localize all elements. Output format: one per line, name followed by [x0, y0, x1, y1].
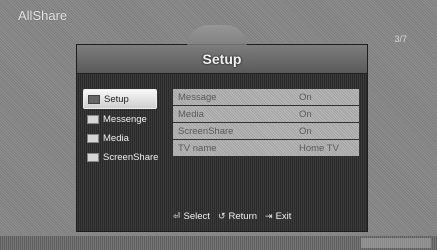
sidebar-item-label: Media	[103, 132, 129, 144]
page-indicator: 3/7	[394, 34, 407, 44]
sidebar-item-label: Setup	[104, 93, 129, 105]
gear-icon	[88, 94, 100, 104]
footer-exit[interactable]: ⇥ Exit	[265, 211, 291, 222]
setting-key: Message	[178, 91, 217, 103]
setting-value: On	[299, 125, 312, 137]
footer-exit-label: Exit	[275, 211, 292, 222]
footer-return[interactable]: ↺ Return	[218, 211, 257, 222]
app-title: AllShare	[18, 8, 68, 23]
setting-row-media[interactable]: Media On	[173, 106, 359, 122]
sidebar-item-screenshare[interactable]: ScreenShare	[83, 148, 173, 166]
footer-select-label: Select	[183, 211, 210, 222]
return-icon: ↺	[217, 211, 226, 221]
exit-icon: ⇥	[265, 211, 273, 221]
sidebar: Setup Messenge Media ScreenShare	[83, 89, 173, 167]
sidebar-item-setup[interactable]: Setup	[83, 89, 157, 109]
setting-key: ScreenShare	[178, 125, 234, 137]
setting-key: Media	[178, 108, 204, 120]
screen-icon	[87, 152, 99, 162]
dialog-header: Setup	[77, 45, 367, 74]
setting-key: TV name	[178, 142, 217, 154]
media-icon	[87, 133, 99, 143]
setting-value: On	[299, 91, 312, 103]
sidebar-item-label: ScreenShare	[103, 151, 159, 163]
sidebar-item-label: Messenge	[103, 113, 147, 125]
tv-screen: AllShare 3/7 Setup Setup Messenge Media …	[0, 0, 437, 250]
dialog-footer: ⏎ Select ↺ Return ⇥ Exit	[173, 211, 363, 222]
sidebar-item-messenge[interactable]: Messenge	[83, 110, 173, 128]
enter-icon: ⏎	[173, 211, 181, 221]
setting-row-message[interactable]: Message On	[173, 89, 359, 105]
envelope-icon	[87, 114, 99, 124]
setting-row-tv-name[interactable]: TV name Home TV	[173, 140, 359, 156]
setting-value: On	[299, 108, 312, 120]
setting-value: Home TV	[299, 142, 339, 154]
sidebar-item-media[interactable]: Media	[83, 129, 173, 147]
bottom-right-overlay	[361, 238, 431, 248]
dialog-title: Setup	[202, 51, 242, 67]
header-decoration	[187, 25, 247, 47]
setup-dialog: Setup Setup Messenge Media ScreenShare M…	[76, 25, 368, 232]
footer-select[interactable]: ⏎ Select	[173, 211, 210, 222]
setting-row-screenshare[interactable]: ScreenShare On	[173, 123, 359, 139]
footer-return-label: Return	[228, 211, 258, 222]
settings-list: Message On Media On ScreenShare On TV na…	[173, 89, 359, 157]
